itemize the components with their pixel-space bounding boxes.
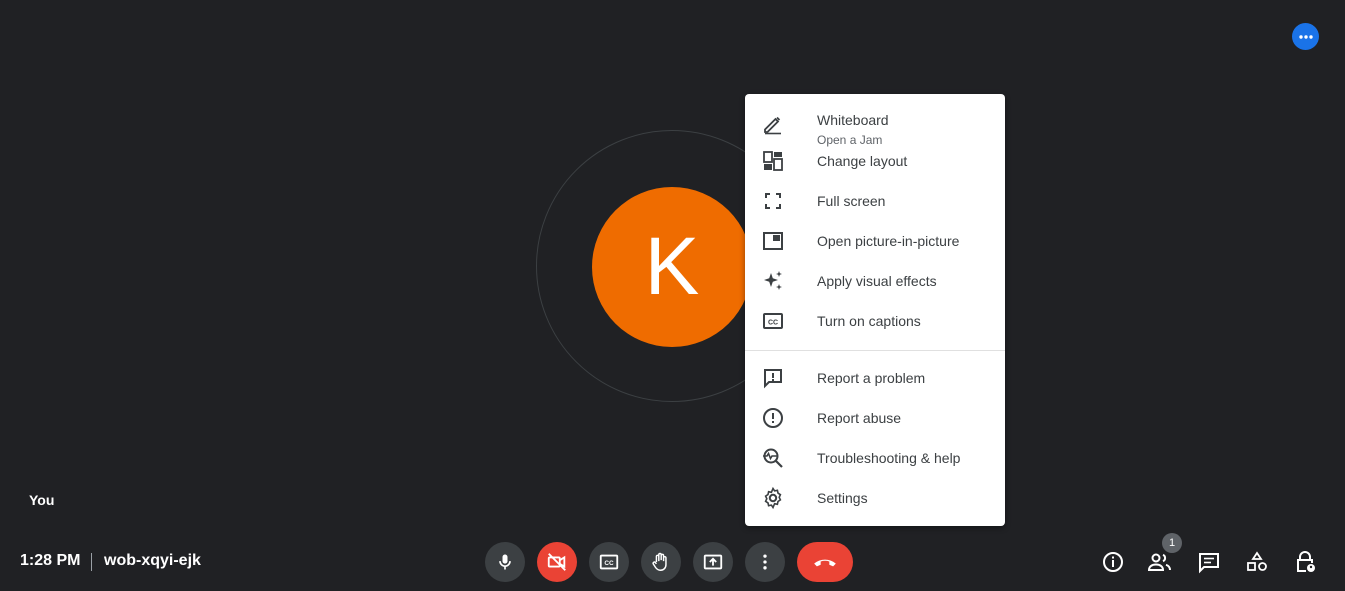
- menu-item-label: Troubleshooting & help: [817, 450, 961, 466]
- chat-button[interactable]: [1196, 549, 1222, 575]
- activities-button[interactable]: [1244, 549, 1270, 575]
- menu-item-settings[interactable]: Settings: [745, 478, 1005, 518]
- menu-item-label: Turn on captions: [817, 313, 921, 329]
- svg-text:CC: CC: [768, 320, 778, 327]
- menu-item-label: Report abuse: [817, 410, 902, 426]
- layout-icon: [763, 151, 783, 171]
- people-button[interactable]: [1147, 549, 1173, 575]
- alert-icon: [763, 408, 783, 428]
- sparkle-icon: [764, 271, 782, 290]
- shapes-icon: [1247, 551, 1267, 571]
- pencil-icon: [764, 116, 781, 135]
- divider: [91, 553, 92, 571]
- gear-icon: [764, 486, 782, 510]
- captions-icon: CC: [599, 554, 619, 570]
- meeting-time: 1:28 PM: [20, 552, 81, 569]
- menu-item-label: Whiteboard: [817, 112, 889, 128]
- people-icon: [1147, 553, 1171, 571]
- captions-icon: CC: [763, 313, 783, 329]
- svg-text:CC: CC: [604, 560, 614, 567]
- menu-item-full-screen[interactable]: Full screen: [745, 181, 1005, 221]
- more-options-button[interactable]: [1292, 23, 1319, 50]
- menu-item-label: Report a problem: [817, 370, 926, 386]
- self-name-label: You: [29, 492, 55, 508]
- menu-item-change-layout[interactable]: Change layout: [745, 141, 1005, 181]
- info-icon: [1103, 552, 1123, 572]
- camera-off-icon: [547, 553, 566, 571]
- present-icon: [703, 554, 723, 570]
- menu-item-label: Full screen: [817, 193, 886, 209]
- meeting-code: wob-xqyi-ejk: [104, 552, 201, 569]
- camera-off-button[interactable]: [537, 542, 577, 582]
- hand-icon: [652, 552, 667, 571]
- menu-item-captions[interactable]: CC Turn on captions: [745, 301, 1005, 341]
- lock-person-icon: [1297, 551, 1315, 572]
- menu-item-label: Change layout: [817, 153, 908, 169]
- menu-item-report-abuse[interactable]: Report abuse: [745, 398, 1005, 438]
- microphone-button[interactable]: [485, 542, 525, 582]
- menu-item-picture-in-picture[interactable]: Open picture-in-picture: [745, 221, 1005, 261]
- participant-avatar: K: [592, 187, 752, 347]
- chat-icon: [1199, 553, 1219, 574]
- options-menu: Whiteboard Open a Jam Change layout Full…: [745, 94, 1005, 526]
- captions-button[interactable]: CC: [589, 542, 629, 582]
- menu-divider: [745, 350, 1005, 351]
- menu-item-troubleshooting[interactable]: Troubleshooting & help: [745, 438, 1005, 478]
- troubleshoot-icon: [763, 448, 783, 468]
- meeting-stage: K You Whiteboard Open a Jam Change layou…: [0, 0, 1345, 591]
- picture-in-picture-icon: [763, 232, 783, 250]
- menu-item-label: Settings: [817, 490, 868, 506]
- menu-item-visual-effects[interactable]: Apply visual effects: [745, 261, 1005, 301]
- leave-call-button[interactable]: [797, 542, 853, 582]
- host-controls-button[interactable]: [1292, 549, 1318, 575]
- more-horizontal-icon: [1298, 34, 1313, 39]
- hang-up-icon: [814, 559, 836, 567]
- more-options-toggle-button[interactable]: [745, 542, 785, 582]
- feedback-icon: [764, 369, 782, 389]
- menu-item-report-problem[interactable]: Report a problem: [745, 358, 1005, 398]
- present-screen-button[interactable]: [693, 542, 733, 582]
- meeting-details-button[interactable]: [1100, 549, 1126, 575]
- microphone-icon: [499, 554, 511, 570]
- more-vertical-icon: [763, 554, 767, 570]
- raise-hand-button[interactable]: [641, 542, 681, 582]
- menu-item-label: Open picture-in-picture: [817, 233, 960, 249]
- people-count-badge: 1: [1162, 533, 1182, 553]
- fullscreen-icon: [765, 193, 781, 209]
- menu-item-label: Apply visual effects: [817, 273, 937, 289]
